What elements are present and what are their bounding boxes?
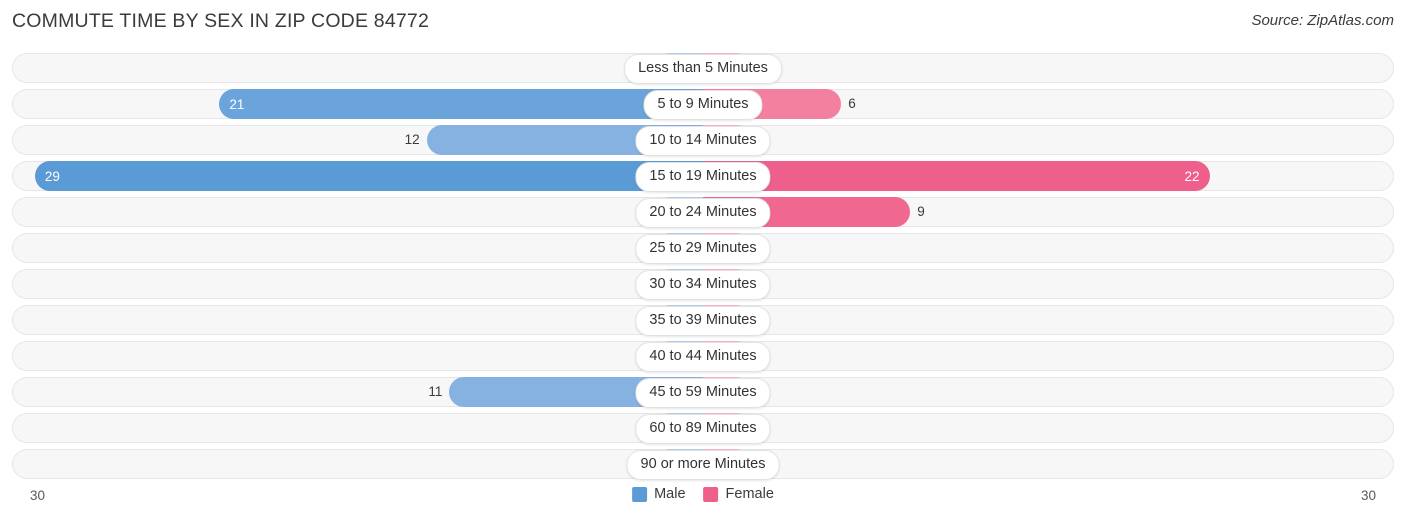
- table-row[interactable]: 0040 to 44 Minutes: [12, 338, 1394, 374]
- female-half: 6: [703, 89, 1394, 119]
- male-half: 12: [12, 125, 703, 155]
- axis-label-left: 30: [30, 488, 46, 503]
- male-value-label: 12: [404, 132, 420, 147]
- male-half: 0: [12, 413, 703, 443]
- male-half: 0: [12, 269, 703, 299]
- female-half: 0: [703, 413, 1394, 443]
- male-bar[interactable]: 21: [219, 89, 703, 119]
- table-row[interactable]: 21 6 5 to 9 Minutes: [12, 86, 1394, 122]
- female-value-label: 9: [917, 204, 925, 219]
- table-row[interactable]: 00Less than 5 Minutes: [12, 50, 1394, 86]
- female-half: 0: [703, 341, 1394, 371]
- male-half: 0: [12, 197, 703, 227]
- table-row[interactable]: 29 22 15 to 19 Minutes: [12, 158, 1394, 194]
- male-half: 0: [12, 233, 703, 263]
- male-half: 0: [12, 53, 703, 83]
- category-label: 40 to 44 Minutes: [635, 342, 771, 372]
- legend-swatch-icon: [703, 486, 719, 502]
- male-half: 11: [12, 377, 703, 407]
- female-half: 9: [703, 197, 1394, 227]
- male-half: 0: [12, 305, 703, 335]
- female-bar[interactable]: 22: [703, 161, 1210, 191]
- category-label: 20 to 24 Minutes: [635, 198, 771, 228]
- table-row[interactable]: 0035 to 39 Minutes: [12, 302, 1394, 338]
- category-label: 30 to 34 Minutes: [635, 270, 771, 300]
- legend-swatch-icon: [632, 486, 648, 502]
- table-row[interactable]: 0025 to 29 Minutes: [12, 230, 1394, 266]
- table-row[interactable]: 0090 or more Minutes: [12, 446, 1394, 482]
- female-half: 0: [703, 233, 1394, 263]
- category-label: Less than 5 Minutes: [624, 54, 782, 84]
- male-value-label: 29: [44, 168, 60, 184]
- commute-time-chart: COMMUTE TIME BY SEX IN ZIP CODE 84772 So…: [0, 0, 1406, 522]
- female-half: 0: [703, 377, 1394, 407]
- female-value-label: 22: [1184, 168, 1200, 184]
- male-half: 21: [12, 89, 703, 119]
- female-half: 0: [703, 449, 1394, 479]
- female-value-label: 6: [848, 96, 856, 111]
- female-half: 0: [703, 269, 1394, 299]
- table-row[interactable]: 12 010 to 14 Minutes: [12, 122, 1394, 158]
- category-label: 35 to 39 Minutes: [635, 306, 771, 336]
- category-label: 25 to 29 Minutes: [635, 234, 771, 264]
- category-label: 10 to 14 Minutes: [635, 126, 771, 156]
- male-value-label: 21: [229, 96, 245, 112]
- category-label: 5 to 9 Minutes: [643, 90, 763, 120]
- bar-rows: 00Less than 5 Minutes2165 to 9 Minutes12…: [12, 50, 1394, 482]
- category-label: 45 to 59 Minutes: [635, 378, 771, 408]
- female-half: 0: [703, 125, 1394, 155]
- table-row[interactable]: 0 9 20 to 24 Minutes: [12, 194, 1394, 230]
- legend-item[interactable]: Female: [703, 486, 774, 502]
- legend-item[interactable]: Male: [632, 486, 686, 502]
- chart-header: COMMUTE TIME BY SEX IN ZIP CODE 84772 So…: [0, 0, 1406, 44]
- chart-footer: 30 Male Female 30: [12, 486, 1394, 514]
- table-row[interactable]: 0030 to 34 Minutes: [12, 266, 1394, 302]
- axis-label-right: 30: [1360, 488, 1376, 503]
- female-half: 0: [703, 53, 1394, 83]
- table-row[interactable]: 11 045 to 59 Minutes: [12, 374, 1394, 410]
- category-label: 60 to 89 Minutes: [635, 414, 771, 444]
- table-row[interactable]: 0060 to 89 Minutes: [12, 410, 1394, 446]
- source-attribution: Source: ZipAtlas.com: [1251, 12, 1394, 29]
- category-label: 15 to 19 Minutes: [635, 162, 771, 192]
- female-half: 0: [703, 305, 1394, 335]
- chart-legend: Male Female: [632, 486, 774, 502]
- male-half: 0: [12, 341, 703, 371]
- page-title: COMMUTE TIME BY SEX IN ZIP CODE 84772: [12, 10, 430, 32]
- male-value-label: 11: [428, 384, 443, 399]
- plot-area: 00Less than 5 Minutes2165 to 9 Minutes12…: [12, 50, 1394, 482]
- male-half: 29: [12, 161, 703, 191]
- female-half: 22: [703, 161, 1394, 191]
- legend-label: Male: [654, 486, 686, 502]
- category-label: 90 or more Minutes: [626, 450, 780, 480]
- legend-label: Female: [725, 486, 774, 502]
- male-bar[interactable]: 29: [34, 161, 703, 191]
- male-half: 0: [12, 449, 703, 479]
